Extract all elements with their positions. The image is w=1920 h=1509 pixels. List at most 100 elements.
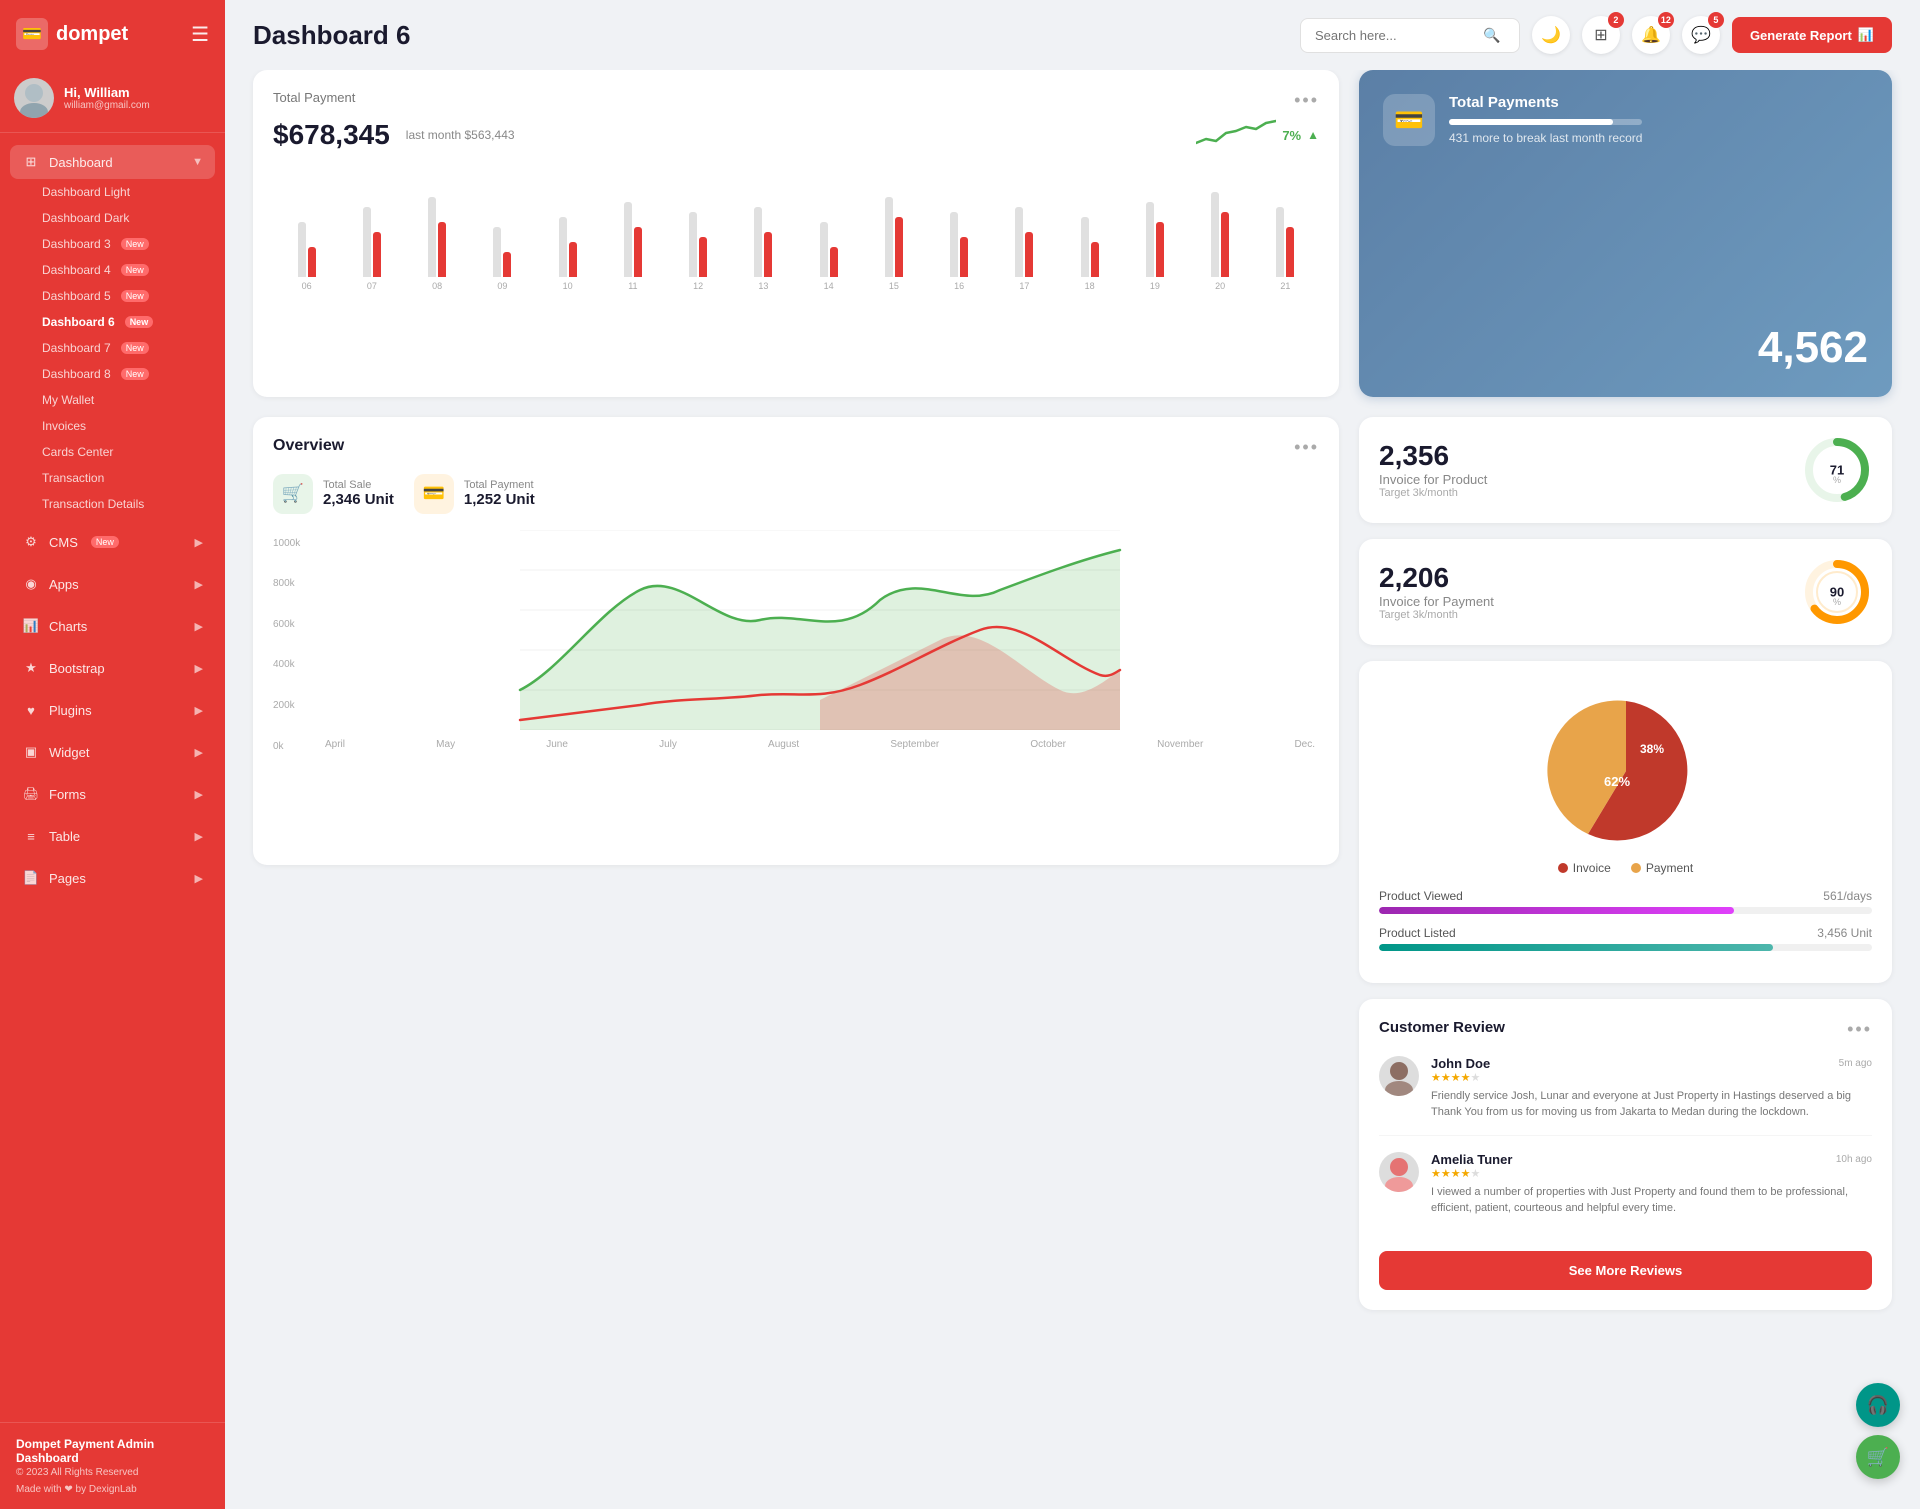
sidebar-item-dashboard-7[interactable]: Dashboard 7 New xyxy=(30,335,215,361)
bar-x-label: 09 xyxy=(473,281,532,291)
svg-text:38%: 38% xyxy=(1640,742,1664,756)
invoice-product-info: 2,356 Invoice for Product Target 3k/mont… xyxy=(1379,440,1487,499)
x-label-may: May xyxy=(436,739,455,750)
cms-label: CMS xyxy=(49,535,78,550)
overview-header: Overview ••• xyxy=(273,437,1319,458)
bar-x-label: 13 xyxy=(734,281,793,291)
sidebar-item-cms[interactable]: ⚙ CMS New ▶ xyxy=(10,525,215,559)
overview-stats: 🛒 Total Sale 2,346 Unit 💳 Total Payment … xyxy=(273,474,1319,514)
generate-report-button[interactable]: Generate Report 📊 xyxy=(1732,17,1892,53)
sidebar-menu: ⊞ Dashboard ▼ Dashboard Light Dashboard … xyxy=(0,141,225,1422)
total-sale-label: Total Sale xyxy=(323,479,394,491)
dashboard-6-label: Dashboard 6 xyxy=(42,315,115,329)
search-input[interactable] xyxy=(1315,28,1475,43)
total-sale-info: Total Sale 2,346 Unit xyxy=(323,479,394,508)
new-badge: New xyxy=(121,290,149,302)
sidebar-item-apps[interactable]: ◉ Apps ▶ xyxy=(10,567,215,601)
amount-sub: last month $563,443 xyxy=(406,128,515,142)
sidebar-item-plugins[interactable]: ♥ Plugins ▶ xyxy=(10,693,215,727)
bar-group xyxy=(995,187,1054,277)
sidebar-item-charts[interactable]: 📊 Charts ▶ xyxy=(10,609,215,643)
sidebar-item-dashboard-5[interactable]: Dashboard 5 New xyxy=(30,283,215,309)
invoice-legend-label: Invoice xyxy=(1573,861,1611,875)
sidebar-item-dashboard[interactable]: ⊞ Dashboard ▼ xyxy=(10,145,215,179)
sidebar-footer: Dompet Payment Admin Dashboard © 2023 Al… xyxy=(0,1422,225,1509)
pages-icon: 📄 xyxy=(22,869,40,887)
bar-red xyxy=(373,232,381,277)
invoice-payment-label: Invoice for Payment xyxy=(1379,594,1494,609)
chevron-right-icon: ▶ xyxy=(195,578,203,591)
pie-legend-payment: Payment xyxy=(1631,861,1693,875)
review-more-icon[interactable]: ••• xyxy=(1847,1019,1872,1040)
sidebar-item-table[interactable]: ≡ Table ▶ xyxy=(10,819,215,853)
bar-group xyxy=(473,187,532,277)
sidebar-item-transaction[interactable]: Transaction xyxy=(30,465,215,491)
bar-x-label: 08 xyxy=(408,281,467,291)
sidebar-item-dashboard-4[interactable]: Dashboard 4 New xyxy=(30,257,215,283)
sidebar-logo[interactable]: 💳 dompet xyxy=(16,18,128,50)
total-payment-card: Total Payment ••• $678,345 last month $5… xyxy=(253,70,1339,397)
support-float-button[interactable]: 🎧 xyxy=(1856,1383,1900,1427)
invoice-color-dot xyxy=(1558,863,1568,873)
new-badge: New xyxy=(125,316,154,328)
product-listed-fill xyxy=(1379,944,1773,951)
more-options-icon[interactable]: ••• xyxy=(1294,437,1319,458)
cms-icon: ⚙ xyxy=(22,533,40,551)
bar-red xyxy=(503,252,511,277)
sidebar-item-my-wallet[interactable]: My Wallet xyxy=(30,387,215,413)
theme-toggle-button[interactable]: 🌙 xyxy=(1532,16,1570,54)
total-payment-stat-value: 1,252 Unit xyxy=(464,491,535,508)
wallet-icon: 💳 xyxy=(1383,94,1435,146)
sidebar-item-dashboard-dark[interactable]: Dashboard Dark xyxy=(30,205,215,231)
bar-group xyxy=(1191,187,1250,277)
sidebar-item-dashboard-light[interactable]: Dashboard Light xyxy=(30,179,215,205)
pages-label: Pages xyxy=(49,871,86,886)
search-box[interactable]: 🔍 xyxy=(1300,18,1520,53)
trend-percent: 7% xyxy=(1282,128,1301,143)
blue-card-sub: 431 more to break last month record xyxy=(1449,131,1642,145)
bootstrap-group: ★ Bootstrap ▶ xyxy=(0,647,225,689)
more-options-icon[interactable]: ••• xyxy=(1294,90,1319,111)
sidebar-item-dashboard-8[interactable]: Dashboard 8 New xyxy=(30,361,215,387)
bar-group xyxy=(342,187,401,277)
sidebar-item-invoices[interactable]: Invoices xyxy=(30,413,215,439)
chart-bar-icon: 📊 xyxy=(1858,27,1874,43)
invoice-product-number: 2,356 xyxy=(1379,440,1487,472)
dashboard-7-label: Dashboard 7 xyxy=(42,341,111,355)
forms-group: 🖨 Forms ▶ xyxy=(0,773,225,815)
sidebar-item-dashboard-6[interactable]: Dashboard 6 New xyxy=(30,309,215,335)
blue-card-title: Total Payments xyxy=(1449,94,1642,111)
pie-chart-svg: 62% 38% xyxy=(1546,691,1706,851)
apps-grid-icon: ⊞ xyxy=(1594,25,1607,45)
topbar: Dashboard 6 🔍 🌙 ⊞ 2 🔔 12 💬 5 Generate Re… xyxy=(225,0,1920,70)
dashboard-label: Dashboard xyxy=(49,155,113,170)
notification-button[interactable]: 🔔 12 xyxy=(1632,16,1670,54)
message-button[interactable]: 💬 5 xyxy=(1682,16,1720,54)
sidebar-item-transaction-details[interactable]: Transaction Details xyxy=(30,491,215,517)
see-more-reviews-button[interactable]: See More Reviews xyxy=(1379,1251,1872,1290)
bar-gray xyxy=(624,202,632,277)
apps-button[interactable]: ⊞ 2 xyxy=(1582,16,1620,54)
sidebar-item-widget[interactable]: ▣ Widget ▶ xyxy=(10,735,215,769)
review-2-content: Amelia Tuner 10h ago ★★★★★ I viewed a nu… xyxy=(1431,1152,1872,1217)
invoice-payment-card: 2,206 Invoice for Payment Target 3k/mont… xyxy=(1359,539,1892,645)
y-label-400: 400k xyxy=(273,659,313,670)
cart-float-button[interactable]: 🛒 xyxy=(1856,1435,1900,1479)
sidebar-item-dashboard-3[interactable]: Dashboard 3 New xyxy=(30,231,215,257)
sidebar-item-pages[interactable]: 📄 Pages ▶ xyxy=(10,861,215,895)
reviewer-1-text: Friendly service Josh, Lunar and everyon… xyxy=(1431,1088,1872,1121)
bar-pair xyxy=(950,187,968,277)
page-title: Dashboard 6 xyxy=(253,20,411,51)
total-payment-icon: 💳 xyxy=(414,474,454,514)
hamburger-icon[interactable]: ☰ xyxy=(191,22,209,47)
bar-red xyxy=(308,247,316,277)
bar-chart-x-labels: 06070809101112131415161718192021 xyxy=(277,281,1315,291)
sidebar-item-bootstrap[interactable]: ★ Bootstrap ▶ xyxy=(10,651,215,685)
transaction-label: Transaction xyxy=(42,471,104,485)
review-item-1: John Doe 5m ago ★★★★★ Friendly service J… xyxy=(1379,1056,1872,1136)
bar-gray xyxy=(1146,202,1154,277)
sidebar-item-cards-center[interactable]: Cards Center xyxy=(30,439,215,465)
x-label-november: November xyxy=(1157,739,1203,750)
sidebar-item-forms[interactable]: 🖨 Forms ▶ xyxy=(10,777,215,811)
bar-gray xyxy=(493,227,501,277)
